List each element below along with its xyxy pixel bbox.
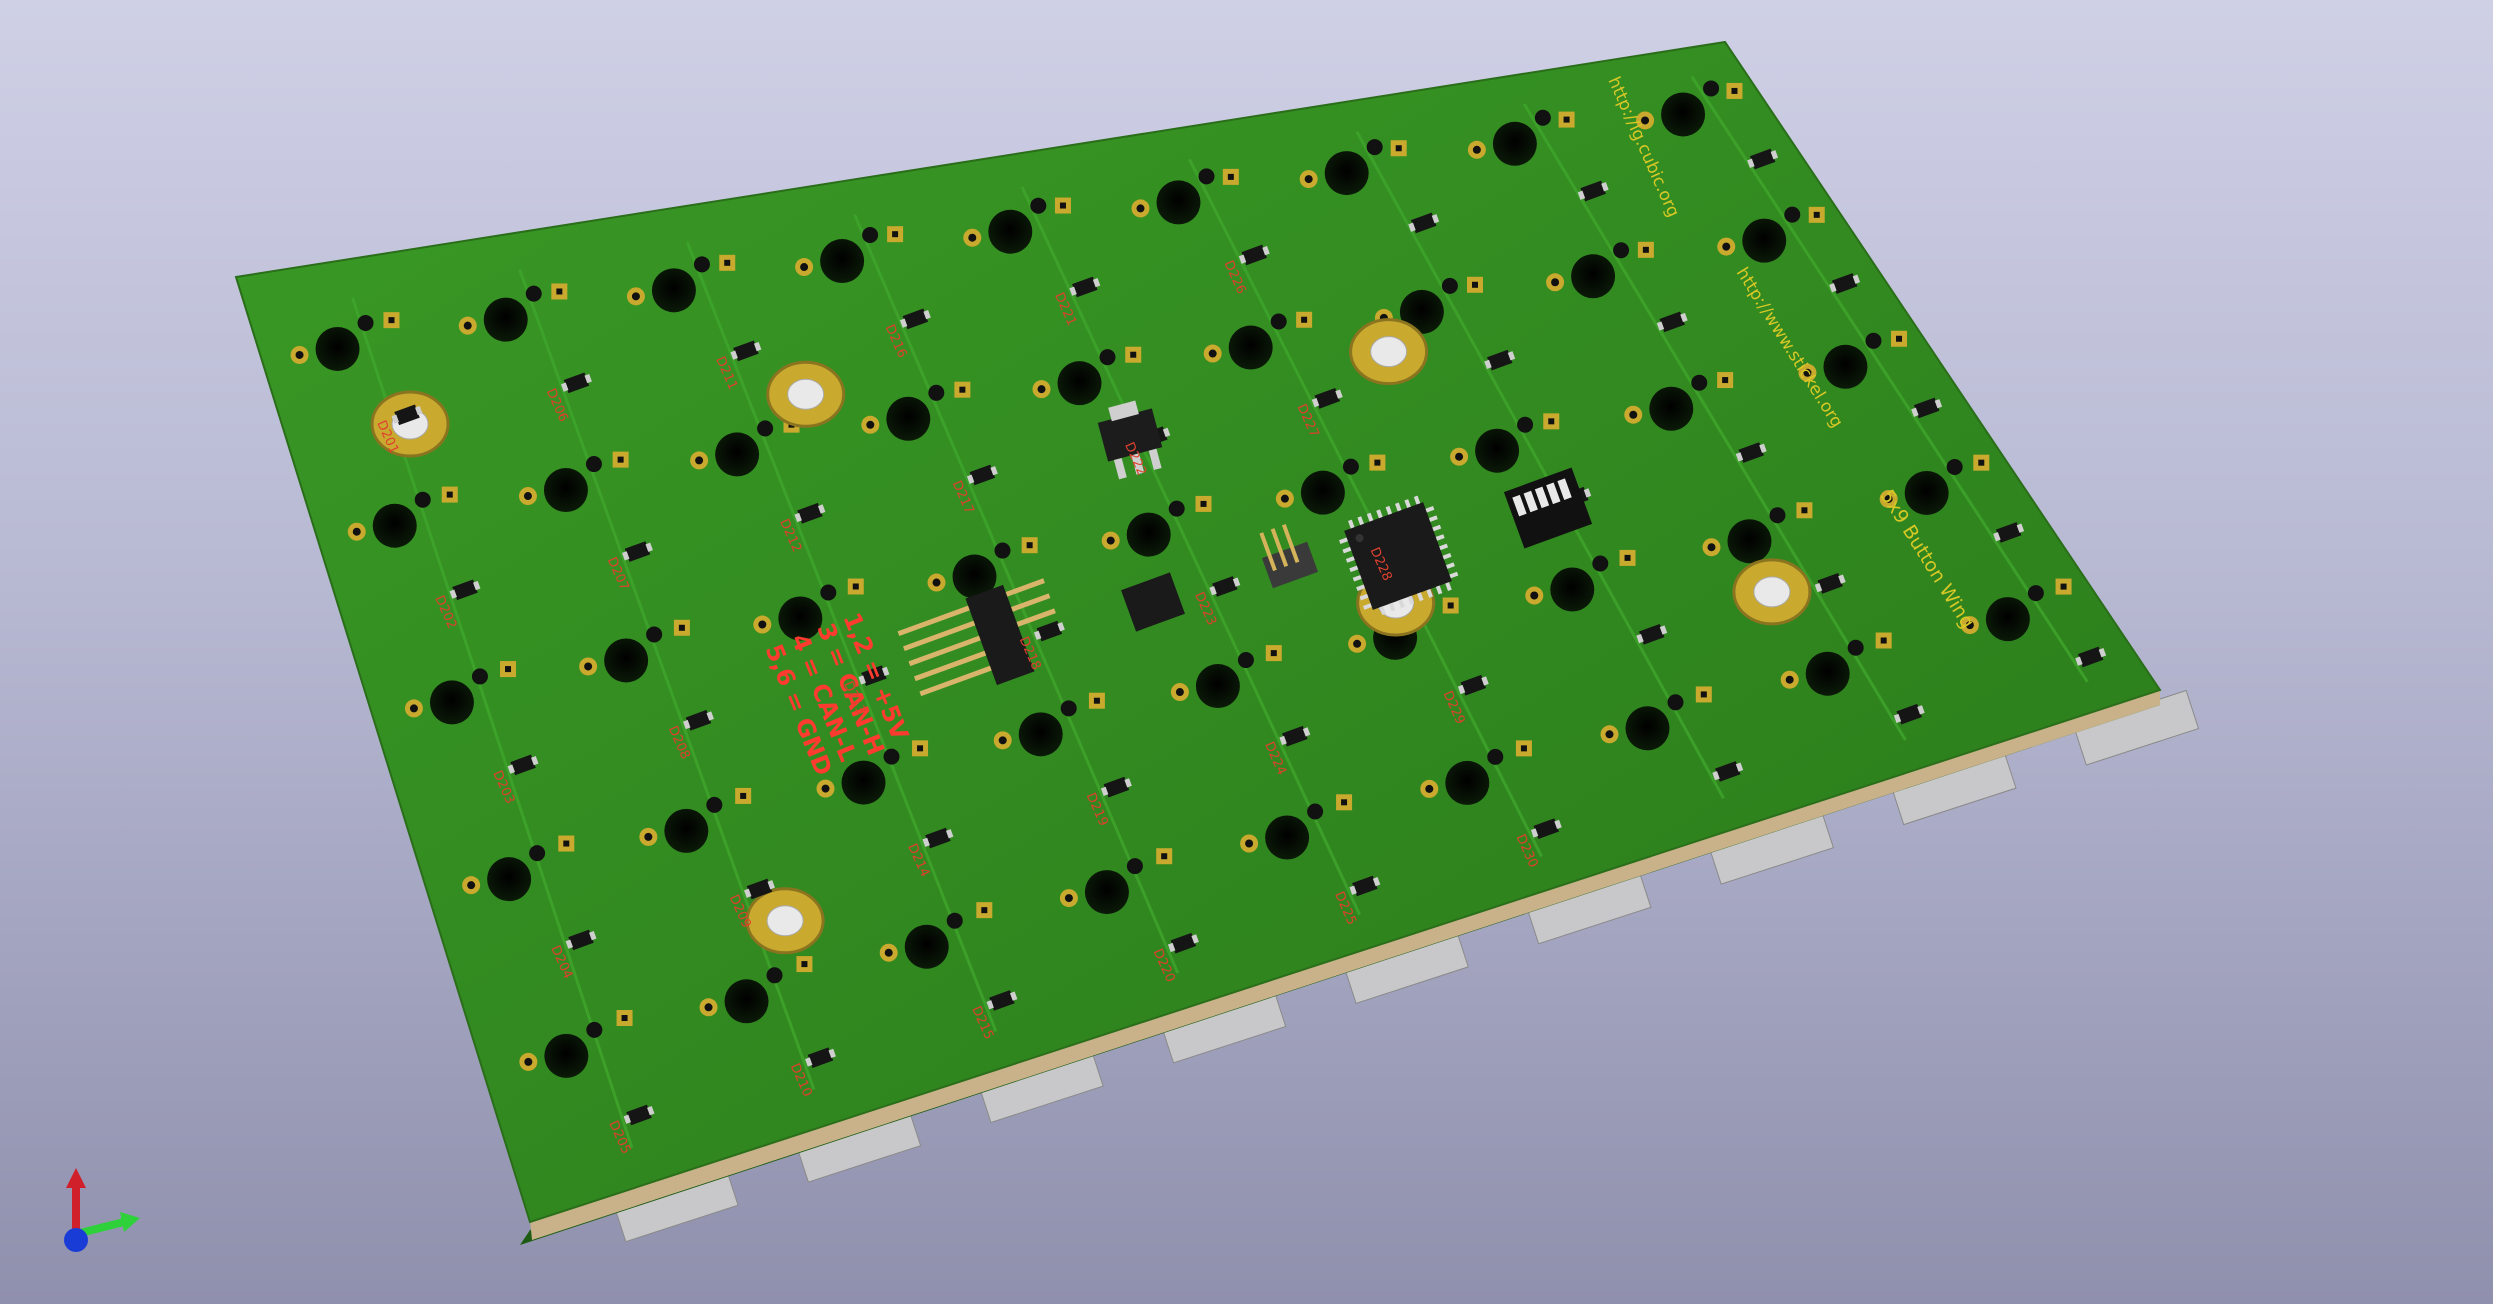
mounting-hole	[1349, 318, 1429, 386]
3d-viewport[interactable]: 1,2 = +5V 3 = CAN-H 4 = CAN-L 5,6 = GND …	[0, 0, 2493, 1304]
x-arrow-icon	[120, 1212, 140, 1232]
pcb-scene[interactable]: 1,2 = +5V 3 = CAN-H 4 = CAN-L 5,6 = GND …	[0, 0, 2493, 1304]
mounting-hole	[745, 887, 825, 955]
mounting-hole	[1732, 558, 1812, 626]
axis-gizmo	[64, 1168, 140, 1252]
y-arrow-icon	[66, 1168, 86, 1188]
mounting-hole	[766, 360, 846, 428]
z-axis	[64, 1228, 88, 1252]
